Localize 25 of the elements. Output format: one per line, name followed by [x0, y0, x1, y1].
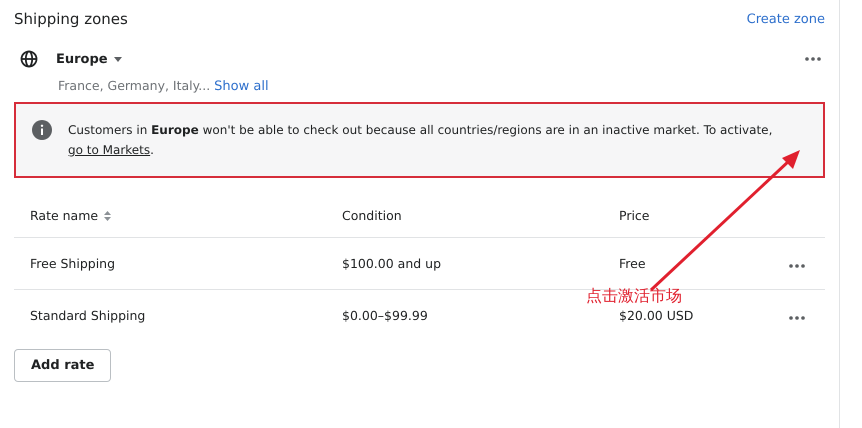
section-title: Shipping zones [14, 10, 128, 28]
country-list: France, Germany, Italy... [58, 78, 210, 93]
sort-icon[interactable] [104, 210, 112, 220]
zone-dropdown[interactable]: Europe [56, 52, 122, 66]
column-header: Condition [342, 208, 402, 223]
annotation-label: 点击激活市场 [586, 286, 682, 307]
column-header: Price [619, 208, 650, 223]
table-cell: Free Shipping [30, 256, 116, 271]
table-cell: $100.00 and up [342, 256, 442, 271]
caret-icon [114, 56, 122, 62]
notice-text: Customers in Europe won't be able to check out because all countries/regions are in an inactive market. To activate, go to Markets. [68, 122, 774, 159]
globe-icon [20, 50, 38, 68]
table-cell: $0.00–$99.99 [342, 308, 428, 323]
table-cell: $20.00 USD [619, 308, 694, 323]
table-cell: Standard Shipping [30, 308, 146, 323]
more-icon[interactable] [789, 264, 805, 268]
show-all-link[interactable]: Show all [214, 79, 269, 94]
column-header[interactable]: Rate name [30, 208, 112, 223]
info-icon [32, 120, 52, 140]
create-zone-link[interactable]: Create zone [746, 12, 825, 26]
more-icon[interactable] [789, 316, 805, 320]
markets-link[interactable]: go to Markets [68, 143, 150, 157]
add-rate-button[interactable]: Add rate [14, 349, 112, 382]
table-cell: Free [619, 256, 646, 271]
more-icon[interactable] [805, 57, 821, 61]
